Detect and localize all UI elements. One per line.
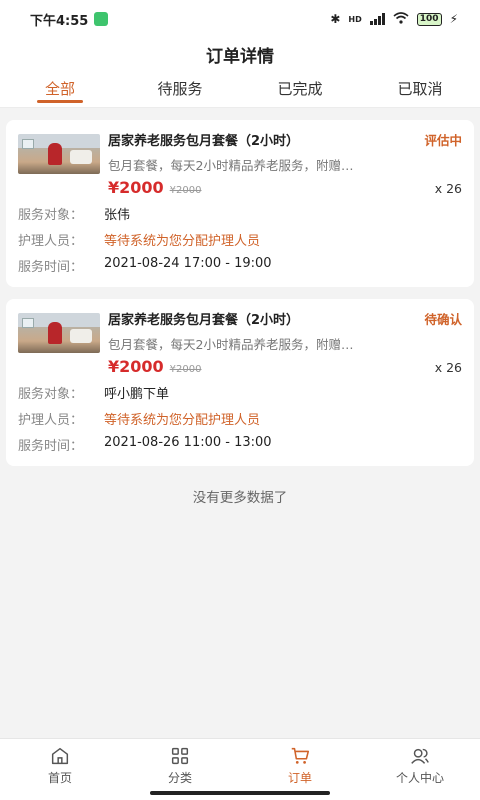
product-description: 包月套餐，每天2小时精品养老服务，附赠… [108,337,354,352]
field-label: 护理人员： [18,413,84,428]
field-value: 2021-08-26 11:00 - 13:00 [104,435,272,450]
nav-home[interactable]: 首页 [0,739,120,800]
tab-label: 已完成 [277,80,323,98]
order-status: 评估中 [424,133,462,148]
service-target-row: 服务对象： 张伟 [18,204,462,223]
bluetooth-icon: ✱ [330,12,341,26]
tab-all[interactable]: 全部 [0,70,120,107]
tab-cancelled[interactable]: 已取消 [360,70,480,107]
quantity: x 26 [434,360,462,375]
nav-label: 订单 [287,771,312,785]
nav-bar: 订单详情 [0,38,480,70]
app-notification-icon [94,12,109,26]
order-list: 居家养老服务包月套餐（2小时） 评估中 包月套餐，每天2小时精品养老服务，附赠…… [0,108,480,506]
page-title: 订单详情 [206,46,274,67]
status-bar: 下午4:55 ✱ HD 100 ⚡ [0,0,480,38]
grid-icon [171,747,189,765]
order-card[interactable]: 居家养老服务包月套餐（2小时） 评估中 包月套餐，每天2小时精品养老服务，附赠…… [6,120,474,287]
order-status: 待确认 [424,312,462,327]
quantity: x 26 [434,181,462,196]
field-value: 张伟 [104,208,131,223]
price: ¥2000 [108,178,164,197]
field-label: 服务时间： [18,260,84,275]
field-label: 服务对象： [18,387,84,402]
tab-label: 待服务 [157,80,203,98]
product-name: 居家养老服务包月套餐（2小时） [108,313,300,328]
field-label: 服务对象： [18,208,84,223]
field-label: 护理人员： [18,234,84,249]
service-target-row: 服务对象： 呼小鹏下单 [18,383,462,402]
cart-icon [291,747,310,764]
field-value: 2021-08-24 17:00 - 19:00 [104,256,272,271]
order-tabs: 全部 待服务 已完成 已取消 [0,70,480,108]
no-more-data-text: 没有更多数据了 [192,490,288,506]
original-price: ¥2000 [169,185,202,196]
tab-label: 全部 [44,80,75,98]
charging-icon: ⚡ [449,12,458,26]
nav-label: 首页 [47,771,72,785]
price: ¥2000 [108,357,164,376]
users-icon [411,748,429,764]
caregiver-row: 护理人员： 等待系统为您分配护理人员 [18,230,462,249]
field-value: 等待系统为您分配护理人员 [104,234,261,249]
nav-label: 个人中心 [395,771,444,785]
order-card[interactable]: 居家养老服务包月套餐（2小时） 待确认 包月套餐，每天2小时精品养老服务，附赠…… [6,299,474,466]
product-description: 包月套餐，每天2小时精品养老服务，附赠… [108,158,354,173]
nav-label: 分类 [167,771,192,785]
original-price: ¥2000 [169,364,202,375]
product-thumbnail [18,134,100,174]
network-label: HD [348,14,362,24]
signal-icon [369,13,385,25]
tab-pending-service[interactable]: 待服务 [120,70,240,107]
service-time-row: 服务时间： 2021-08-26 11:00 - 13:00 [18,435,462,454]
field-label: 服务时间： [18,439,84,454]
battery-level: 100 [419,14,439,24]
nav-profile[interactable]: 个人中心 [360,739,480,800]
battery-icon: 100 [416,12,442,26]
service-time-row: 服务时间： 2021-08-24 17:00 - 19:00 [18,256,462,275]
caregiver-row: 护理人员： 等待系统为您分配护理人员 [18,409,462,428]
wifi-icon [393,11,409,27]
tab-completed[interactable]: 已完成 [240,70,360,107]
product-name: 居家养老服务包月套餐（2小时） [108,134,300,149]
tab-label: 已取消 [397,80,443,98]
product-thumbnail [18,313,100,353]
field-value: 等待系统为您分配护理人员 [104,413,261,428]
field-value: 呼小鹏下单 [104,387,170,402]
status-time: 下午4:55 [30,13,89,29]
home-icon [51,747,69,765]
home-indicator [150,791,330,795]
